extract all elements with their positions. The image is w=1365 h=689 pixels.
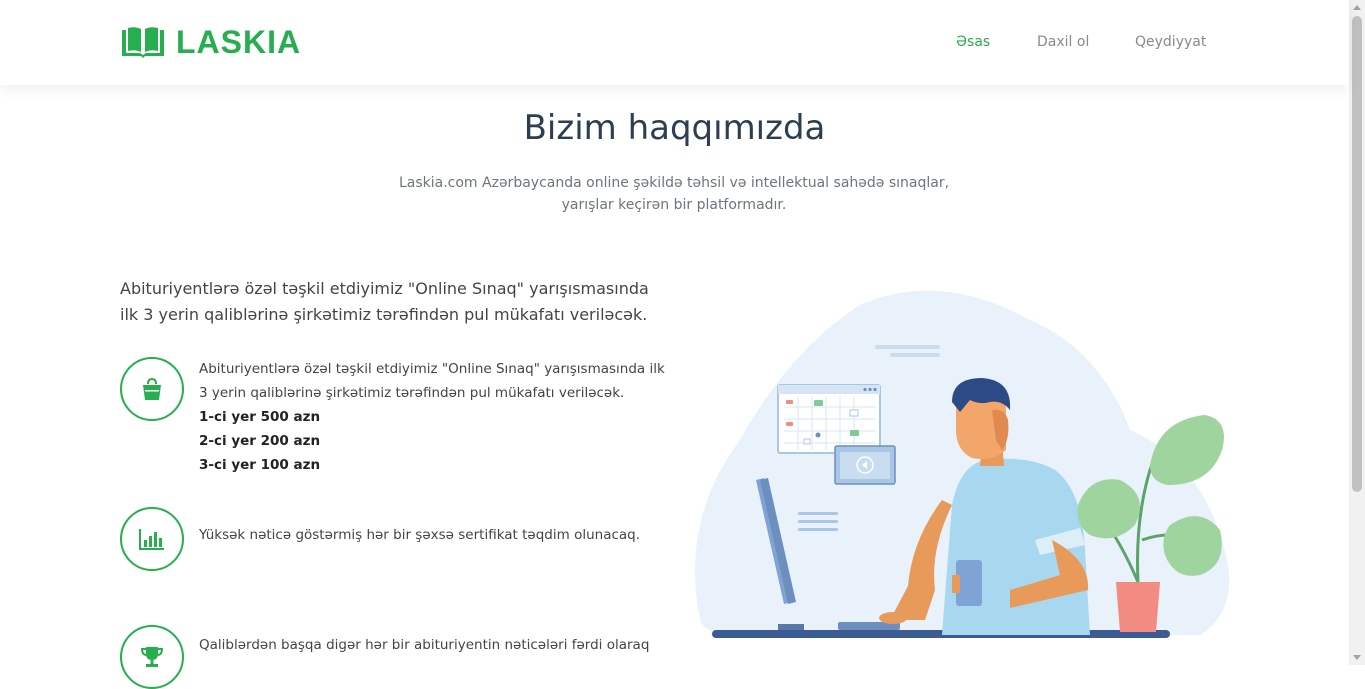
prize-third: 3-ci yer 100 azn	[199, 457, 321, 473]
feature-icon-circle	[120, 507, 184, 571]
logo[interactable]: LASKIA	[120, 24, 301, 60]
prize-second: 2-ci yer 200 azn	[199, 433, 321, 449]
scrollbar-thumb[interactable]	[1352, 16, 1362, 492]
vertical-scrollbar[interactable]	[1349, 0, 1365, 665]
nav-register[interactable]: Qeydiyyat	[1135, 34, 1206, 50]
person-at-computer-illustration	[695, 290, 1230, 638]
bar-chart-icon	[139, 529, 164, 550]
lead-paragraph: Abituriyentlərə özəl təşkil etdiyimiz "O…	[120, 279, 649, 324]
page-title: Bizim haqqımızda	[523, 108, 826, 148]
scroll-up-arrow[interactable]	[1353, 5, 1361, 10]
shopping-bag-icon	[143, 377, 161, 400]
feature-individual-results: Qaliblərdən başqa digər hər bir abituriy…	[199, 637, 650, 653]
trophy-icon	[140, 647, 164, 667]
intro-text: Laskia.com Azərbaycanda online şəkildə t…	[374, 172, 974, 216]
feature-prizes: Abituriyentlərə özəl təşkil etdiyimiz "O…	[199, 357, 669, 477]
site-header: LASKIA Əsas Daxil ol Qeydiyyat	[0, 0, 1349, 85]
feature-icon-circle	[120, 625, 184, 689]
feature-description: Abituriyentlərə özəl təşkil etdiyimiz "O…	[199, 361, 665, 401]
feature-icon-circle	[120, 357, 184, 421]
nav-login[interactable]: Daxil ol	[1037, 34, 1089, 50]
scroll-down-arrow[interactable]	[1353, 655, 1361, 660]
intro-line-2: yarışlar keçirən bir platformadır.	[561, 197, 787, 213]
feature-certificate: Yüksək nəticə göstərmiş hər bir şəxsə se…	[199, 527, 641, 543]
prize-first: 1-ci yer 500 azn	[199, 409, 321, 425]
nav-home[interactable]: Əsas	[956, 34, 990, 50]
intro-line-1: Laskia.com Azərbaycanda online şəkildə t…	[398, 175, 950, 191]
logo-text: LASKIA	[176, 23, 302, 60]
open-book-icon	[122, 27, 164, 58]
